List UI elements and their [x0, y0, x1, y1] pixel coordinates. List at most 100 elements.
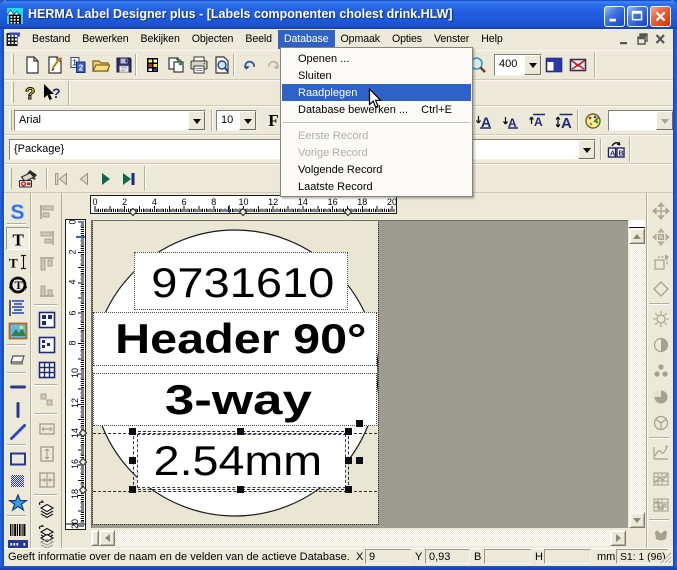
menu-bewerken[interactable]: Bewerken	[76, 30, 134, 49]
context-help-button[interactable]: ?	[41, 81, 64, 104]
sun-tool[interactable]	[649, 307, 673, 330]
decrease-width-button[interactable]: A	[500, 109, 523, 132]
help-question-button[interactable]: ?	[18, 81, 41, 104]
dither-pattern-tool[interactable]	[6, 469, 30, 492]
rectangle-tool[interactable]	[6, 447, 30, 470]
title-bar[interactable]: HERMA Label Designer plus - [Labels comp…	[0, 0, 677, 29]
minimize-button[interactable]	[604, 6, 625, 27]
open-folder-button[interactable]	[89, 53, 112, 76]
selection-handle[interactable]	[356, 420, 363, 427]
nav-next-button[interactable]	[94, 167, 117, 190]
squares-pair-tool[interactable]	[35, 388, 59, 411]
mdi-minimize-button[interactable]	[617, 32, 632, 46]
line-vertical-tool[interactable]	[6, 398, 30, 421]
selection-handle[interactable]	[129, 428, 136, 435]
color-palette-button[interactable]	[582, 109, 605, 132]
text-tool-tool[interactable]: T	[6, 227, 30, 250]
swap-ab-button[interactable]: A B	[604, 138, 627, 161]
scroll-up-button[interactable]	[629, 228, 645, 244]
increase-height-button[interactable]: A	[527, 109, 550, 132]
menu-bekijken[interactable]: Bekijken	[135, 30, 186, 49]
star-tool[interactable]	[6, 491, 30, 514]
table-rows-tool[interactable]	[35, 333, 59, 356]
selection-handle[interactable]	[345, 486, 352, 493]
text-frame-number[interactable]: 9731610	[134, 252, 348, 310]
circle-y-tool[interactable]	[649, 411, 673, 434]
chart-grid2-tool[interactable]	[649, 493, 673, 516]
rotate-box-tool[interactable]	[649, 251, 673, 274]
save-button[interactable]	[112, 53, 135, 76]
size-width-tool[interactable]	[35, 417, 59, 440]
zoom-level-combobox[interactable]: 400	[494, 54, 542, 76]
print-button[interactable]	[187, 53, 210, 76]
nav-last-button[interactable]	[116, 167, 139, 190]
menu-beeld[interactable]: Beeld	[239, 30, 278, 49]
undo-button[interactable]	[238, 53, 261, 76]
align-top-tool[interactable]	[35, 252, 59, 275]
menu-bestand[interactable]: Bestand	[26, 30, 76, 49]
selection-handle[interactable]	[345, 457, 352, 464]
size-both-tool[interactable]	[35, 468, 59, 491]
maximize-button[interactable]	[627, 6, 648, 27]
toolbar-grip[interactable]	[11, 54, 14, 75]
mdi-restore-button[interactable]	[635, 32, 650, 46]
selection-handle[interactable]	[129, 486, 136, 493]
text-style-combobox[interactable]	[608, 110, 674, 131]
parallelogram-tool[interactable]	[6, 347, 30, 370]
menu-objecten[interactable]: Objecten	[186, 30, 240, 49]
selection-handle[interactable]	[237, 428, 244, 435]
menuitem-openen[interactable]: Openen ...	[281, 50, 472, 67]
toolbar-grip[interactable]	[11, 82, 14, 103]
ruler-object-tool[interactable]	[6, 535, 30, 548]
pane-splitter[interactable]	[91, 530, 99, 546]
bring-forward-tool[interactable]	[35, 498, 59, 521]
size-height-tool[interactable]	[35, 442, 59, 465]
align-left-tool[interactable]	[35, 200, 59, 223]
menuitem-sluiten[interactable]: Sluiten	[281, 67, 472, 84]
font-name-dropdown-button[interactable]	[188, 111, 205, 130]
selection-handle[interactable]	[356, 457, 363, 464]
move-cross-tool[interactable]	[649, 199, 673, 222]
resize-grip[interactable]	[659, 551, 672, 564]
mdi-close-button[interactable]	[653, 32, 668, 46]
database-field-dropdown-button[interactable]	[578, 140, 595, 159]
menu-help[interactable]: Help	[475, 30, 508, 49]
circle-fill-tool[interactable]	[649, 385, 673, 408]
text-cursor-tool[interactable]: T	[6, 250, 30, 273]
circular-text-tool[interactable]: T	[6, 273, 30, 296]
font-size-combobox[interactable]: 10	[216, 110, 257, 131]
text-frame-header[interactable]: Header 90°	[93, 312, 377, 366]
scroll-left-button[interactable]	[99, 530, 115, 546]
decrease-size-button[interactable]: A	[473, 109, 496, 132]
scroll-down-button[interactable]	[629, 512, 645, 528]
selection-handle[interactable]	[237, 486, 244, 493]
delete-document-button[interactable]	[43, 53, 66, 76]
chart-grid-tool[interactable]	[649, 467, 673, 490]
move-cross-filled-tool[interactable]	[649, 225, 673, 248]
document-icon[interactable]	[5, 32, 21, 47]
selection-handle[interactable]	[129, 457, 136, 464]
copy-object-button[interactable]	[164, 53, 187, 76]
scroll-right-button[interactable]	[610, 530, 626, 546]
align-bottom-tool[interactable]	[35, 278, 59, 301]
diamond-tool[interactable]	[649, 277, 673, 300]
align-right-tool[interactable]	[35, 226, 59, 249]
selection-handle[interactable]	[345, 428, 352, 435]
dots-triangle-tool[interactable]	[649, 359, 673, 382]
image-tool[interactable]	[6, 319, 30, 342]
line-horizontal-tool[interactable]	[6, 375, 30, 398]
table-grid-tool[interactable]	[35, 358, 59, 381]
line-diagonal-tool[interactable]	[6, 420, 30, 443]
chart-curve-tool[interactable]	[649, 441, 673, 464]
table-cells-tool[interactable]	[35, 308, 59, 331]
toolbar-grip[interactable]	[9, 110, 12, 131]
close-button[interactable]	[650, 6, 671, 27]
color-grid-button[interactable]	[141, 53, 164, 76]
zoom-dropdown-button[interactable]	[524, 55, 541, 75]
paragraph-list-tool[interactable]	[6, 296, 30, 319]
window-columns-button[interactable]	[542, 53, 565, 76]
blob-tool[interactable]	[649, 523, 673, 546]
select-s-tool[interactable]: S	[6, 199, 30, 222]
menuitem-volgende-record[interactable]: Volgende Record	[281, 161, 472, 178]
label-sheet[interactable]: 9731610 Header 90° 3-way 2.54mm	[93, 221, 378, 524]
